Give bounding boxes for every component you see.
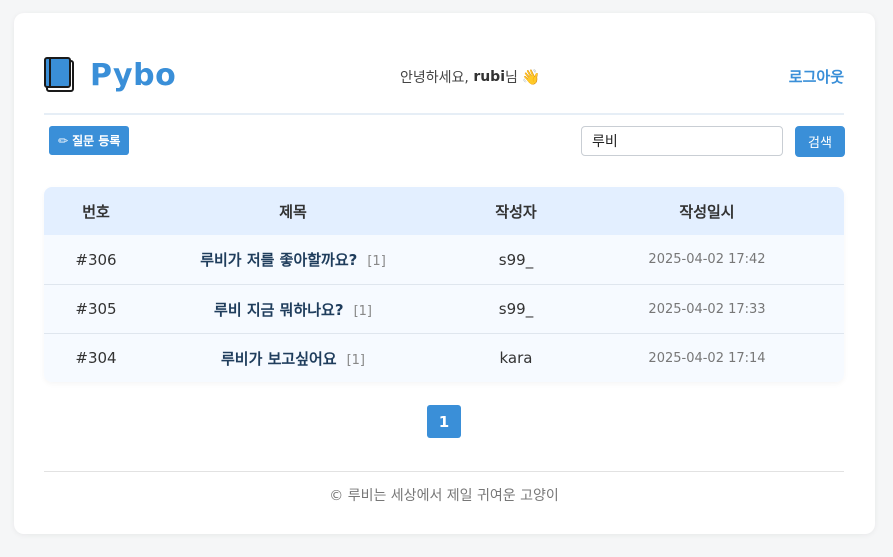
row-author: s99_ <box>498 250 534 269</box>
ask-question-button[interactable]: ✏ 질문 등록 <box>49 126 130 155</box>
question-link[interactable]: 루비가 저를 좋아할까요? <box>200 251 357 269</box>
greeting-suffix: 님 <box>505 70 518 86</box>
brand-name: Pybo <box>90 57 177 93</box>
row-num: #304 <box>75 349 117 367</box>
table-header: 번호 제목 작성자 작성일시 <box>44 187 844 235</box>
row-title-cell: 루비가 보고싶어요 [1] <box>148 348 438 369</box>
main-card: Pybo 안녕하세요, rubi 님 👋 로그아웃 ✏ 질문 등록 검색 번호 … <box>14 13 875 534</box>
question-link[interactable]: 루비 지금 뭐하나요? <box>214 301 344 319</box>
ask-question-label: 질문 등록 <box>72 134 121 148</box>
row-date: 2025-04-02 17:42 <box>648 252 766 267</box>
table-row: #304 루비가 보고싶어요 [1] kara 2025-04-02 17:14 <box>44 333 844 382</box>
footer-divider <box>44 471 844 472</box>
greeting-prefix: 안녕하세요, <box>400 70 474 86</box>
logo[interactable]: Pybo <box>44 57 176 93</box>
row-num: #305 <box>75 300 117 318</box>
row-title-cell: 루비 지금 뭐하나요? [1] <box>148 299 438 320</box>
comment-count: [1] <box>346 352 366 368</box>
waving-hand-icon: 👋 <box>521 68 541 86</box>
comment-count: [1] <box>367 254 386 269</box>
pencil-icon: ✏ <box>58 133 69 148</box>
question-table: 번호 제목 작성자 작성일시 #306 루비가 저를 좋아할까요? [1] s99… <box>44 187 844 382</box>
toolbar: ✏ 질문 등록 검색 <box>49 126 845 160</box>
row-date: 2025-04-02 17:33 <box>648 301 766 317</box>
header-title: 제목 <box>279 202 307 221</box>
row-author: kara <box>499 349 533 367</box>
page-button-current[interactable]: 1 <box>427 405 461 438</box>
greeting: 안녕하세요, rubi 님 👋 <box>400 67 541 87</box>
book-icon <box>44 57 76 93</box>
row-author: s99_ <box>498 300 534 318</box>
search-button[interactable]: 검색 <box>795 126 845 157</box>
logout-link[interactable]: 로그아웃 <box>789 66 844 87</box>
comment-count: [1] <box>353 303 372 319</box>
question-link[interactable]: 루비가 보고싶어요 <box>221 350 337 368</box>
row-title-cell: 루비가 저를 좋아할까요? [1] <box>148 249 438 270</box>
header-date: 작성일시 <box>679 202 735 221</box>
row-num: #306 <box>75 250 117 269</box>
row-date: 2025-04-02 17:14 <box>648 350 766 366</box>
header-num: 번호 <box>82 202 110 221</box>
table-row: #306 루비가 저를 좋아할까요? [1] s99_ 2025-04-02 17… <box>44 235 844 284</box>
header: Pybo 안녕하세요, rubi 님 👋 로그아웃 <box>44 53 844 115</box>
footer-text: © 루비는 세상에서 제일 귀여운 고양이 <box>329 488 559 504</box>
username: rubi <box>473 69 506 85</box>
header-author: 작성자 <box>495 202 537 221</box>
search-input[interactable] <box>581 126 783 156</box>
table-row: #305 루비 지금 뭐하나요? [1] s99_ 2025-04-02 17:3… <box>44 284 844 333</box>
